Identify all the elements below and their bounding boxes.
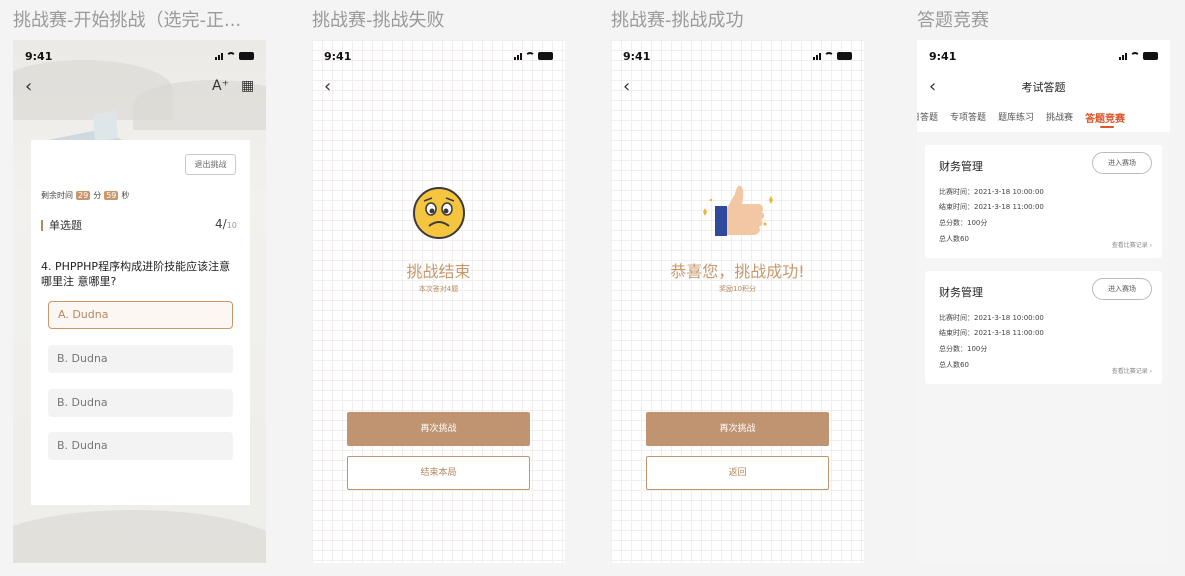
view-record-link[interactable]: 查看比赛记录 ›: [1112, 240, 1152, 249]
option-a[interactable]: A. Dudna: [48, 301, 233, 329]
frame-title-fail: 挑战赛-挑战失败: [312, 10, 445, 31]
wifi-icon: [226, 52, 236, 60]
question-progress: 4/10: [215, 217, 237, 231]
signal-icon: [1119, 53, 1127, 60]
return-button[interactable]: 返回: [646, 456, 829, 490]
signal-icon: [514, 53, 522, 60]
phone-success: 9:41 ‹ 恭喜您，挑战成功! 奖励10积分 再次挑战 返回: [611, 40, 864, 563]
result-subtitle: 本次答对4题: [418, 285, 459, 293]
option-b[interactable]: B. Dudna: [48, 345, 233, 373]
contest-total-score: 总分数：100分: [939, 345, 988, 353]
contest-card: 财务管理 进入赛场 比赛时间：2021-3-18 10:00:00 结束时间：2…: [925, 145, 1162, 258]
option-c[interactable]: B. Dudna: [48, 389, 233, 417]
contest-card: 财务管理 进入赛场 比赛时间：2021-3-18 10:00:00 结束时间：2…: [925, 271, 1162, 384]
contest-end-time: 结束时间：2021-3-18 11:00:00: [939, 329, 1044, 337]
option-d[interactable]: B. Dudna: [48, 432, 233, 460]
contest-start-time: 比赛时间：2021-3-18 10:00:00: [939, 314, 1044, 322]
status-time: 9:41: [25, 50, 53, 63]
question-total: 10: [226, 221, 237, 230]
grid-icon[interactable]: ▦: [241, 78, 254, 94]
status-bar: 9:41: [623, 50, 852, 64]
phone-fail: 9:41 ‹ 挑战结束 本次答对4题 再次挑战 结束本局: [312, 40, 565, 563]
page-title: 考试答题: [1021, 81, 1066, 94]
frame-title-success: 挑战赛-挑战成功: [611, 10, 744, 31]
status-bar: 9:41: [324, 50, 553, 64]
timer-minutes: 29: [76, 191, 91, 200]
contest-total-score: 总分数：100分: [939, 219, 988, 227]
status-time: 9:41: [324, 50, 352, 63]
tab-bank[interactable]: 题库练习: [998, 110, 1034, 125]
tab-bar: 日答题 专项答题 题库练习 挑战赛 答题竞赛: [917, 110, 1125, 128]
battery-icon: [837, 52, 852, 60]
wifi-icon: [824, 52, 834, 60]
frame-title-start: 挑战赛-开始挑战（选完-正...: [13, 10, 242, 31]
status-bar: 9:41: [929, 50, 1158, 64]
countdown-timer: 剩余时间 29 分 59 秒: [41, 190, 129, 201]
tab-special[interactable]: 专项答题: [950, 110, 986, 125]
battery-icon: [1143, 52, 1158, 60]
status-bar: 9:41: [25, 50, 254, 64]
question-current: 4/: [215, 217, 227, 231]
wifi-icon: [525, 52, 535, 60]
enter-arena-button[interactable]: 进入赛场: [1092, 278, 1152, 300]
timer-label: 剩余时间: [41, 191, 73, 200]
back-icon[interactable]: ‹: [25, 78, 32, 96]
contest-name: 财务管理: [939, 286, 983, 299]
question-type: 单选题: [41, 220, 82, 231]
back-icon[interactable]: ‹: [623, 78, 630, 96]
mountain-decoration: [13, 510, 266, 563]
status-time: 9:41: [623, 50, 651, 63]
view-record-link[interactable]: 查看比赛记录 ›: [1112, 366, 1152, 375]
retry-button[interactable]: 再次挑战: [646, 412, 829, 446]
enter-arena-button[interactable]: 进入赛场: [1092, 152, 1152, 174]
battery-icon: [239, 52, 254, 60]
tab-challenge[interactable]: 挑战赛: [1046, 110, 1073, 125]
signal-icon: [215, 53, 223, 60]
sad-face-icon: [413, 187, 465, 239]
signal-icon: [813, 53, 821, 60]
result-title: 挑战结束: [406, 262, 471, 281]
end-round-button[interactable]: 结束本局: [347, 456, 530, 490]
tab-daily[interactable]: 日答题: [917, 110, 938, 125]
phone-contest: 9:41 ‹ 考试答题 日答题 专项答题 题库练习 挑战赛 答题竞赛 财务管理 …: [917, 40, 1170, 563]
exit-challenge-button[interactable]: 退出挑战: [185, 154, 236, 175]
status-time: 9:41: [929, 50, 957, 63]
frame-title-contest: 答题竞赛: [917, 10, 989, 31]
font-size-icon[interactable]: A⁺: [212, 78, 229, 94]
timer-minute-unit: 分: [93, 191, 102, 200]
wifi-icon: [1130, 52, 1140, 60]
contest-participants: 总人数60: [939, 235, 969, 243]
back-icon[interactable]: ‹: [324, 78, 331, 96]
battery-icon: [538, 52, 553, 60]
contest-participants: 总人数60: [939, 361, 969, 369]
contest-name: 财务管理: [939, 160, 983, 173]
tab-contest[interactable]: 答题竞赛: [1085, 110, 1125, 128]
thumbs-up-icon: [703, 185, 773, 236]
contest-start-time: 比赛时间：2021-3-18 10:00:00: [939, 188, 1044, 196]
question-text: 4. PHPPHP程序构成进阶技能应该注意哪里注 意哪里?: [41, 260, 231, 288]
retry-button[interactable]: 再次挑战: [347, 412, 530, 446]
phone-challenge: 9:41 ‹ A⁺ ▦ 退出挑战 剩余时间 29 分 59 秒 单选题 4/10…: [13, 40, 266, 563]
timer-seconds: 59: [104, 191, 119, 200]
timer-second-unit: 秒: [121, 191, 130, 200]
result-title: 恭喜您，挑战成功!: [670, 262, 805, 281]
result-subtitle: 奖励10积分: [719, 285, 756, 293]
contest-end-time: 结束时间：2021-3-18 11:00:00: [939, 203, 1044, 211]
